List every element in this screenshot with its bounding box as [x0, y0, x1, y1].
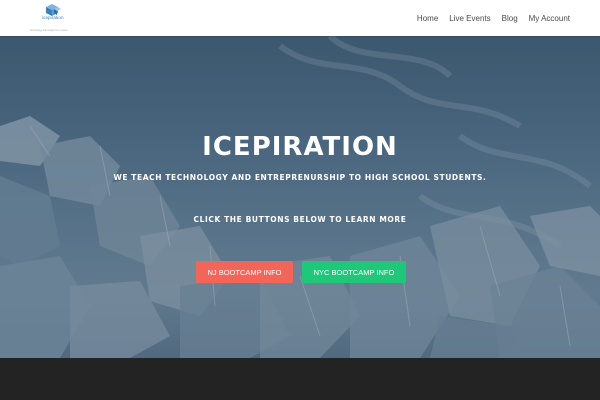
nav-live-events-link[interactable]: Live Events — [449, 14, 490, 23]
site-header: icepiration technology that taught me to… — [0, 0, 600, 36]
nyc-bootcamp-info-button[interactable]: NYC BOOTCAMP INFO — [302, 261, 406, 283]
nj-bootcamp-info-button[interactable]: NJ BOOTCAMP INFO — [196, 261, 293, 283]
main-nav: Home Live Events Blog My Account — [417, 0, 570, 36]
nav-blog-link[interactable]: Blog — [502, 14, 518, 23]
dark-section-band — [0, 358, 600, 400]
nav-my-account-link[interactable]: My Account — [529, 14, 570, 23]
hero-content: ICEPIRATION WE TEACH TECHNOLOGY AND ENTR… — [0, 36, 600, 358]
logo-wordmark: icepiration — [42, 15, 64, 20]
hero-title: ICEPIRATION — [202, 132, 398, 162]
hero-cta-text: CLICK THE BUTTONS BELOW TO LEARN MORE — [193, 215, 407, 224]
hero-subtitle: WE TEACH TECHNOLOGY AND ENTREPRENURSHIP … — [113, 173, 487, 182]
nav-home-link[interactable]: Home — [417, 14, 438, 23]
hero-section: ICEPIRATION WE TEACH TECHNOLOGY AND ENTR… — [0, 36, 600, 358]
logo-tagline: technology that taught me to learn — [30, 29, 68, 32]
